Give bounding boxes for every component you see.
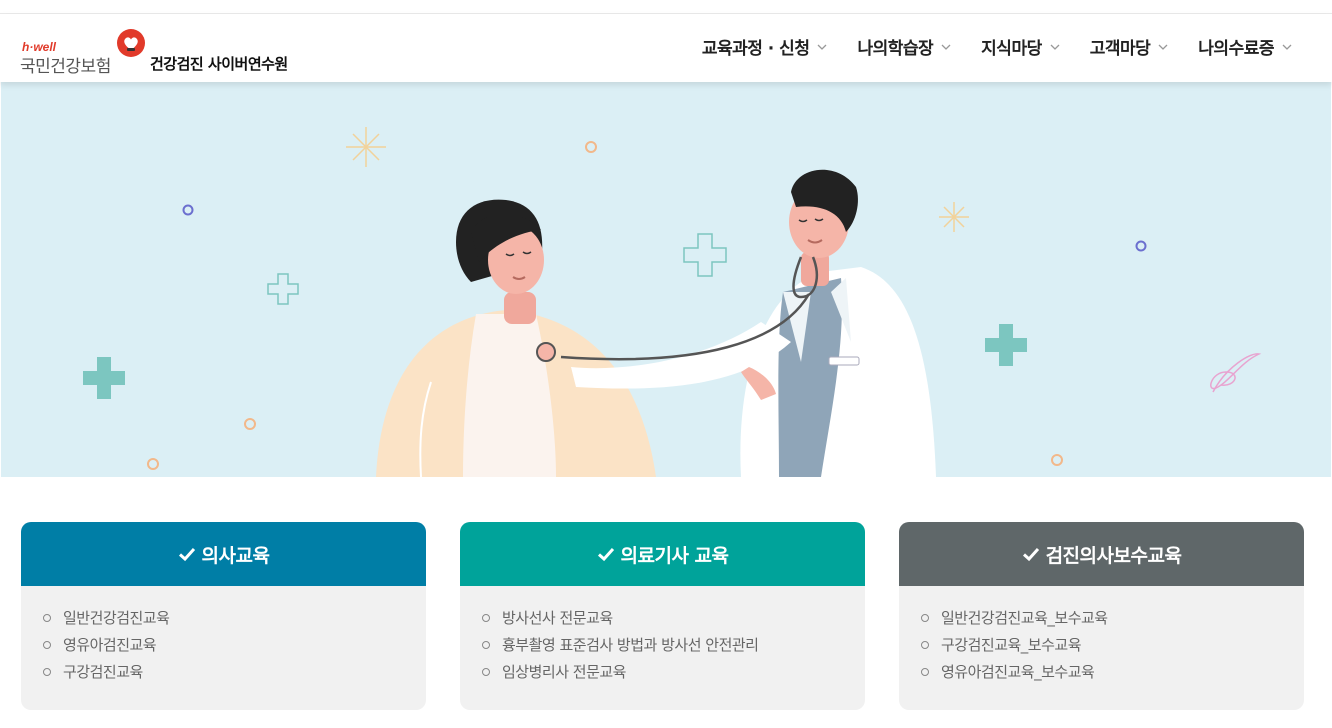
nav-item-my-learning[interactable]: 나의학습장 [857,34,953,59]
check-icon [1022,547,1039,562]
card-title: 의사교육 [201,544,270,567]
chevron-down-icon [1282,44,1292,50]
list-item-label: 구강검진교육_보수교육 [941,636,1082,654]
doctor-patient-illustration [83,127,1262,477]
list-item[interactable]: 흉부촬영 표준검사 방법과 방사선 안전관리 [482,631,865,658]
list-item-label: 영유아검진교육_보수교육 [941,663,1095,681]
card-item-list: 방사선사 전문교육 흉부촬영 표준검사 방법과 방사선 안전관리 임상병리사 전… [460,586,865,685]
circle-bullet-icon [482,667,490,676]
list-item-label: 구강검진교육 [63,663,143,681]
list-item[interactable]: 임상병리사 전문교육 [482,658,865,685]
card-item-list: 일반건강검진교육 영유아검진교육 구강검진교육 [21,586,426,685]
chevron-down-icon [1158,44,1168,50]
list-item-label: 일반건강검진교육 [63,609,170,627]
nav-item-customer[interactable]: 고객마당 [1090,34,1171,59]
circle-bullet-icon [43,640,51,649]
list-item-label: 일반건강검진교육_보수교육 [941,609,1108,627]
sparkle-icon [346,127,969,232]
education-cards: 의사교육 일반건강검진교육 영유아검진교육 구강검진교육 의료기사 교육 방사선… [21,522,1304,710]
chevron-down-icon [1050,44,1060,50]
card-doctor-education: 의사교육 일반건강검진교육 영유아검진교육 구강검진교육 [21,522,426,710]
nav-label: 고객마당 [1089,39,1151,59]
site-header: h·well 국민건강보험 건강검진 사이버연수원 교육과정 · 신청 나의학습… [0,14,1332,82]
site-title: 건강검진 사이버연수원 [150,55,288,73]
list-item[interactable]: 일반건강검진교육_보수교육 [921,604,1304,631]
nav-label: 나의수료증 [1198,39,1274,59]
nav-item-knowledge[interactable]: 지식마당 [981,34,1062,59]
list-item[interactable]: 영유아검진교육 [43,631,426,658]
circle-bullet-icon [43,613,51,622]
nav-item-certificate[interactable]: 나의수료증 [1198,34,1294,59]
patient-figure [376,199,656,477]
card-title: 검진의사보수교육 [1045,544,1182,567]
card-header[interactable]: 의료기사 교육 [460,522,865,586]
nav-label: 교육과정 · 신청 [701,39,810,59]
site-logo[interactable]: h·well 국민건강보험 건강검진 사이버연수원 [20,29,288,77]
list-item[interactable]: 구강검진교육_보수교육 [921,631,1304,658]
chevron-down-icon [941,44,951,50]
list-item[interactable]: 일반건강검진교육 [43,604,426,631]
brand-name: 국민건강보험 [20,57,111,77]
card-title: 의료기사 교육 [620,544,730,567]
circle-bullet-icon [43,667,51,676]
list-item[interactable]: 영유아검진교육_보수교육 [921,658,1304,685]
card-header[interactable]: 의사교육 [21,522,426,586]
circle-bullet-icon [921,667,929,676]
nav-label: 지식마당 [981,39,1042,59]
chevron-down-icon [818,44,827,50]
list-item-label: 흉부촬영 표준검사 방법과 방사선 안전관리 [502,636,759,654]
list-item-label: 방사선사 전문교육 [502,609,613,627]
card-item-list: 일반건강검진교육_보수교육 구강검진교육_보수교육 영유아검진교육_보수교육 [899,586,1304,685]
circle-bullet-icon [482,613,490,622]
top-strip [0,0,1332,14]
card-header[interactable]: 검진의사보수교육 [899,522,1304,586]
circle-bullet-icon [921,613,929,622]
list-item[interactable]: 구강검진교육 [43,658,426,685]
circle-bullet-icon [921,640,929,649]
squiggle-icon [1210,353,1262,393]
card-checkup-doctor-refresher: 검진의사보수교육 일반건강검진교육_보수교육 구강검진교육_보수교육 영유아검진… [899,522,1304,710]
circle-bullet-icon [482,640,490,649]
list-item-label: 임상병리사 전문교육 [502,663,626,681]
list-item-label: 영유아검진교육 [63,636,157,654]
check-icon [178,547,195,562]
card-medical-tech-education: 의료기사 교육 방사선사 전문교육 흉부촬영 표준검사 방법과 방사선 안전관리… [460,522,865,710]
heart-logo-icon [117,29,145,57]
nav-label: 나의학습장 [857,39,934,59]
nhis-logo: h·well 국민건강보험 [20,29,148,77]
hero-banner [1,82,1331,477]
main-nav: 교육과정 · 신청 나의학습장 지식마당 고객마당 나의수료증 [674,34,1294,59]
list-item[interactable]: 방사선사 전문교육 [482,604,865,631]
nav-item-courses[interactable]: 교육과정 · 신청 [702,34,830,59]
ring-icon [147,141,1147,470]
check-icon [597,547,614,562]
